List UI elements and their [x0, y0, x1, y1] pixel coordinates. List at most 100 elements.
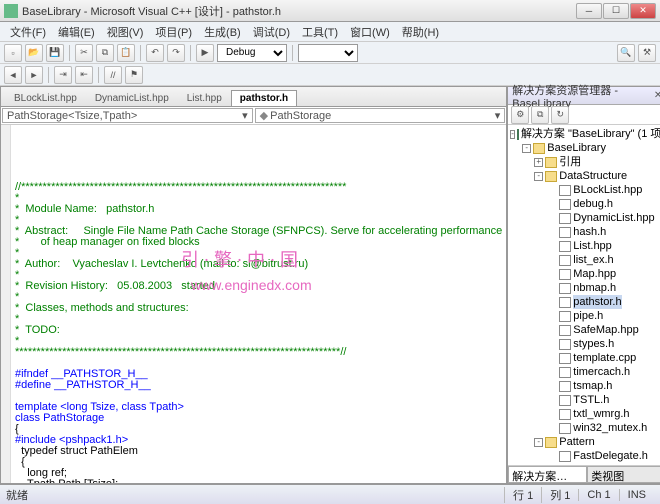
menu-item[interactable]: 文件(F) — [4, 22, 52, 42]
navigation-bar: PathStorage<Tsize,Tpath>▾ ◆PathStorage▾ — [1, 107, 506, 125]
folder-icon — [545, 171, 557, 182]
tree-node[interactable]: win32_mutex.h — [510, 421, 660, 435]
tree-node[interactable]: timercach.h — [510, 365, 660, 379]
file-icon — [559, 451, 571, 462]
refresh-button[interactable]: ↻ — [551, 106, 569, 124]
file-icon — [559, 283, 571, 294]
code-line: * Revision History: 05.08.2003 started — [15, 281, 502, 292]
collapse-icon[interactable]: - — [534, 438, 543, 447]
tree-label: BLockList.hpp — [573, 183, 642, 197]
tree-label: DynamicList.hpp — [573, 211, 654, 225]
tree-node[interactable]: debug.h — [510, 197, 660, 211]
close-button[interactable]: ✕ — [630, 3, 656, 19]
code-line: //**************************************… — [15, 182, 502, 193]
tree-node[interactable]: DynamicList.hpp — [510, 211, 660, 225]
platform-select[interactable] — [298, 44, 358, 62]
document-tab[interactable]: DynamicList.hpp — [86, 90, 178, 106]
app-icon — [4, 4, 18, 18]
save-button[interactable]: 💾 — [46, 44, 64, 62]
collapse-icon[interactable]: - — [510, 130, 515, 139]
tab-class-view[interactable]: 类视图 — [587, 466, 660, 483]
cut-button[interactable]: ✂ — [75, 44, 93, 62]
menu-item[interactable]: 窗口(W) — [344, 22, 396, 42]
folder-icon — [533, 143, 545, 154]
nav-back-button[interactable]: ◄ — [4, 66, 22, 84]
tree-label: debug.h — [573, 197, 613, 211]
file-icon — [559, 213, 571, 224]
bookmark-button[interactable]: ⚑ — [125, 66, 143, 84]
tree-node[interactable]: list_ex.h — [510, 253, 660, 267]
menu-item[interactable]: 工具(T) — [296, 22, 344, 42]
status-ins: INS — [619, 489, 654, 501]
find-button[interactable]: 🔍 — [617, 44, 635, 62]
file-icon — [559, 353, 571, 364]
collapse-icon[interactable]: - — [534, 172, 543, 181]
tree-node[interactable]: -BaseLibrary — [510, 141, 660, 155]
menu-item[interactable]: 帮助(H) — [396, 22, 445, 42]
pane-close-icon[interactable]: ✕ — [654, 90, 660, 101]
document-tab[interactable]: BLockList.hpp — [5, 90, 86, 106]
file-icon — [559, 339, 571, 350]
tree-node[interactable]: txtl_wmrg.h — [510, 407, 660, 421]
comment-button[interactable]: // — [104, 66, 122, 84]
properties-button[interactable]: ⚙ — [511, 106, 529, 124]
menu-item[interactable]: 项目(P) — [149, 22, 198, 42]
tree-node[interactable]: +引用 — [510, 155, 660, 169]
tree-label: stypes.h — [573, 337, 614, 351]
menu-item[interactable]: 编辑(E) — [52, 22, 101, 42]
tree-node[interactable]: -解决方案 "BaseLibrary" (1 项目) — [510, 127, 660, 141]
tree-label: template.cpp — [573, 351, 636, 365]
tree-node[interactable]: nbmap.h — [510, 281, 660, 295]
toolbox-button[interactable]: ⚒ — [638, 44, 656, 62]
tree-node[interactable]: TSTL.h — [510, 393, 660, 407]
folder-icon — [545, 157, 557, 168]
tree-node[interactable]: pipe.h — [510, 309, 660, 323]
config-select[interactable]: Debug — [217, 44, 287, 62]
tree-label: 解决方案 "BaseLibrary" (1 项目) — [521, 127, 660, 141]
scope-dropdown[interactable]: PathStorage<Tsize,Tpath>▾ — [2, 108, 253, 123]
copy-button[interactable]: ⧉ — [96, 44, 114, 62]
minimize-button[interactable]: ─ — [576, 3, 602, 19]
tree-node[interactable]: List.hpp — [510, 239, 660, 253]
tree-node[interactable]: template.cpp — [510, 351, 660, 365]
menu-item[interactable]: 调试(D) — [247, 22, 296, 42]
new-button[interactable]: ▫ — [4, 44, 22, 62]
collapse-icon[interactable]: - — [522, 144, 531, 153]
solution-tree[interactable]: -解决方案 "BaseLibrary" (1 项目)-BaseLibrary+引… — [508, 125, 660, 465]
document-tab[interactable]: List.hpp — [178, 90, 231, 106]
tree-node[interactable]: -DataStructure — [510, 169, 660, 183]
tree-label: SafeMap.hpp — [573, 323, 638, 337]
start-debug-button[interactable]: ▶ — [196, 44, 214, 62]
code-editor[interactable]: 引 · 擎 · 中 · 国 www.enginedx.com //*******… — [1, 125, 506, 483]
nav-fwd-button[interactable]: ► — [25, 66, 43, 84]
tree-node[interactable]: BLockList.hpp — [510, 183, 660, 197]
tree-node[interactable]: hash.h — [510, 225, 660, 239]
outdent-button[interactable]: ⇤ — [75, 66, 93, 84]
maximize-button[interactable]: ☐ — [603, 3, 629, 19]
indent-button[interactable]: ⇥ — [54, 66, 72, 84]
tree-node[interactable]: SafeMap.hpp — [510, 323, 660, 337]
file-icon — [559, 297, 571, 308]
tree-node[interactable]: tsmap.h — [510, 379, 660, 393]
tree-node[interactable]: pathstor.h — [510, 295, 660, 309]
paste-button[interactable]: 📋 — [117, 44, 135, 62]
solution-explorer-header: 解决方案资源管理器 - BaseLibrary ✕ — [508, 87, 660, 105]
tree-label: TSTL.h — [573, 393, 609, 407]
code-line: * Classes, methods and structures: — [15, 303, 502, 314]
undo-button[interactable]: ↶ — [146, 44, 164, 62]
tree-node[interactable]: Map.hpp — [510, 267, 660, 281]
tree-node[interactable]: FastDelegate.h — [510, 449, 660, 463]
document-tab[interactable]: pathstor.h — [231, 90, 297, 106]
tab-solution-explorer[interactable]: 解决方案… — [508, 466, 587, 483]
tree-node[interactable]: -Pattern — [510, 435, 660, 449]
member-dropdown[interactable]: ◆PathStorage▾ — [255, 108, 506, 123]
show-all-button[interactable]: ⧉ — [531, 106, 549, 124]
redo-button[interactable]: ↷ — [167, 44, 185, 62]
tree-label: List.hpp — [573, 239, 612, 253]
menu-item[interactable]: 视图(V) — [101, 22, 150, 42]
tree-node[interactable]: stypes.h — [510, 337, 660, 351]
expand-icon[interactable]: + — [534, 158, 543, 167]
code-line: typedef struct PathElem — [15, 446, 502, 457]
open-button[interactable]: 📂 — [25, 44, 43, 62]
menu-item[interactable]: 生成(B) — [198, 22, 247, 42]
